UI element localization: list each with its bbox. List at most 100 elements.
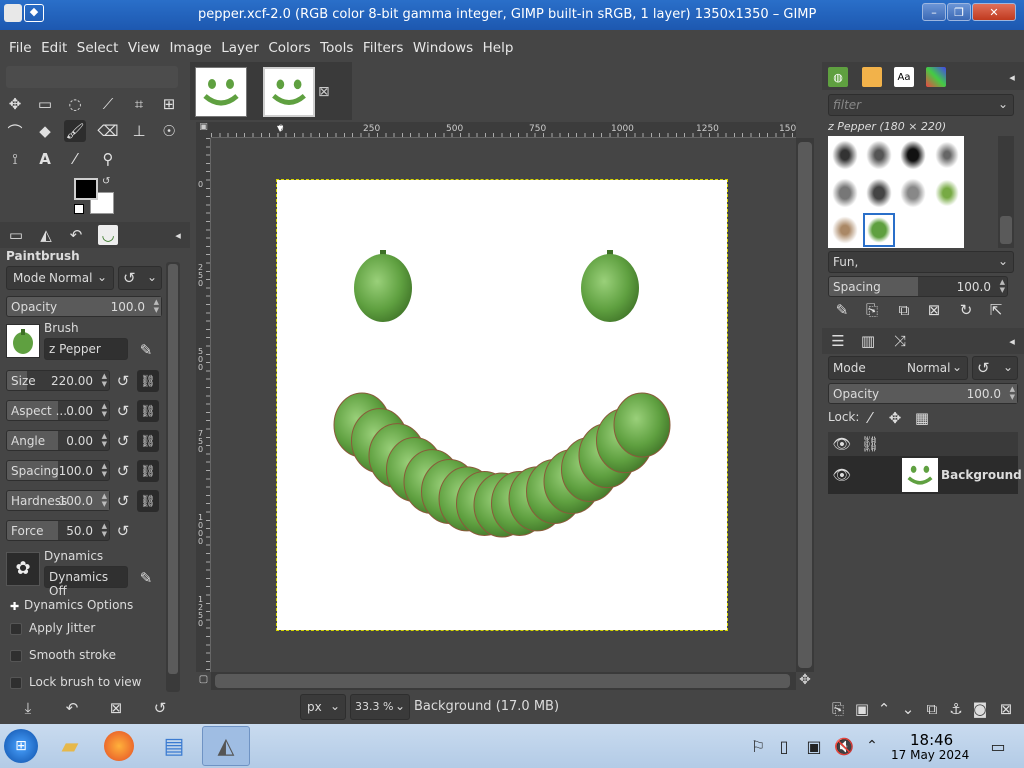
apply-jitter-checkbox[interactable] [10,623,22,635]
new-layer-icon[interactable]: ⎘ [828,699,848,719]
window-menu-icon[interactable]: ◆ [24,4,44,22]
menu-tools[interactable]: Tools [315,40,358,56]
warp-tool-icon[interactable]: ⌒ [4,120,26,142]
clock-date[interactable]: 17 May 2024 [891,748,969,762]
dynamics-options-expander[interactable]: Dynamics Options [24,598,133,612]
size-reset-icon[interactable]: ↺ [114,372,132,390]
lock-pixels-icon[interactable]: ⁄ [860,408,880,428]
duplicate-layer-icon[interactable]: ⧉ [922,699,942,719]
spin-arrows-icon[interactable]: ▲ ▼ [1010,385,1015,401]
eraser-tool-icon[interactable]: ⌫ [97,120,119,142]
quick-mask-toggle-icon[interactable]: ▢ [196,674,211,689]
brush-cell[interactable] [864,138,894,172]
edit-brush-icon[interactable]: ✎ [136,340,156,360]
layer-mode-select[interactable]: Mode Normal ⌄ [828,356,968,380]
dynamics-preview[interactable]: ✿ [6,552,40,586]
canvas-viewport[interactable]: ▼ [211,124,793,672]
firefox-icon[interactable] [104,731,134,761]
canvas-vertical-scrollbar[interactable] [796,138,814,672]
scrollbar-thumb[interactable] [1000,216,1012,244]
tool-options-scrollbar[interactable] [166,262,180,692]
transform-tool-icon[interactable]: ⊞ [158,93,180,115]
menu-file[interactable]: File [4,40,36,56]
size-link-icon[interactable]: ⛓ [137,370,159,392]
swap-colors-icon[interactable]: ↺ [102,176,110,187]
hardness-slider[interactable]: Hardness 100.0 ▲ ▼ [6,490,110,511]
maximize-button[interactable]: ❐ [947,3,971,21]
brush-cell[interactable] [830,138,860,172]
new-layer-group-icon[interactable]: ▣ [852,699,872,719]
brush-cell[interactable] [830,176,860,210]
panel-menu-icon[interactable]: ◂ [1002,331,1022,351]
lower-layer-icon[interactable]: ⌄ [898,699,918,719]
image-tab-1[interactable] [195,67,247,117]
paths-tab-icon[interactable]: ⤨ [890,331,910,351]
size-slider[interactable]: Size 220.00 ▲ ▼ [6,370,110,391]
brushes-tab-icon[interactable]: ◍ [828,67,848,87]
mode-select[interactable]: Mode Normal ⌄ [6,266,114,290]
scrollbar-thumb[interactable] [798,142,812,668]
bucket-fill-tool-icon[interactable]: ◆ [34,120,56,142]
ruler-corner[interactable]: ▣ [196,122,211,138]
hardness-link-icon[interactable]: ⛓ [137,490,159,512]
smooth-stroke-checkbox[interactable] [10,650,22,662]
brush-cell[interactable] [898,138,928,172]
aspect-slider[interactable]: Aspect ... 0.00 ▲ ▼ [6,400,110,421]
hardness-reset-icon[interactable]: ↺ [114,492,132,510]
angle-slider[interactable]: Angle 0.00 ▲ ▼ [6,430,110,451]
restore-options-icon[interactable]: ↶ [62,698,82,718]
force-reset-icon[interactable]: ↺ [114,522,132,540]
unit-select[interactable]: px ⌄ [300,694,346,720]
foreground-color-swatch[interactable] [74,178,98,200]
refresh-brushes-icon[interactable]: ↻ [956,300,976,320]
new-brush-icon[interactable]: ⎘ [862,300,882,320]
brush-cell[interactable] [864,176,894,210]
device-status-tab-icon[interactable]: ◭ [36,225,56,245]
spin-arrows-icon[interactable]: ▲ ▼ [1000,278,1005,294]
gradients-tab-icon[interactable] [926,67,946,87]
minimize-button[interactable]: – [922,3,946,21]
spin-arrows-icon[interactable]: ▲ ▼ [102,462,107,478]
vertical-ruler[interactable]: 0 250 500 750 1000 1250 [196,138,211,672]
lasso-tool-icon[interactable]: ◌ [64,93,86,115]
delete-layer-icon[interactable]: ⊠ [996,699,1016,719]
spin-arrows-icon[interactable]: ▲ ▼ [102,432,107,448]
images-tab-icon[interactable]: ◡ [98,225,118,245]
force-slider[interactable]: Force 50.0 ▲ ▼ [6,520,110,541]
control-panel-icon[interactable]: ▤ [156,728,192,764]
brush-spacing-slider[interactable]: Spacing 100.0 ▲ ▼ [828,276,1008,297]
aspect-link-icon[interactable]: ⛓ [137,400,159,422]
tray-expand-icon[interactable]: ⌃ [854,728,890,764]
delete-brush-icon[interactable]: ⊠ [924,300,944,320]
layer-row-background[interactable]: 👁 Background [828,456,1022,494]
lock-alpha-icon[interactable]: ▦ [912,408,932,428]
smudge-tool-icon[interactable]: ☉ [158,120,180,142]
brush-cell[interactable] [932,138,962,172]
delete-options-icon[interactable]: ⊠ [106,698,126,718]
menu-image[interactable]: Image [164,40,216,56]
rect-select-tool-icon[interactable]: ▭ [34,93,56,115]
brush-cell-selected[interactable] [863,213,895,247]
crop-tool-icon[interactable]: ⌗ [128,93,150,115]
spin-arrows-icon[interactable]: ▲ ▼ [102,492,107,508]
spin-arrows-icon[interactable]: ▲ ▼ [102,402,107,418]
spacing-slider[interactable]: Spacing 100.0 ▲ ▼ [6,460,110,481]
raise-layer-icon[interactable]: ⌃ [874,699,894,719]
paths-tool-icon[interactable]: ⟟ [4,148,26,170]
layer-composite-select[interactable]: ↺ ⌄ [972,356,1018,380]
mask-layer-icon[interactable]: ◙ [970,699,990,719]
clock-time[interactable]: 18:46 [910,731,953,749]
spin-arrows-icon[interactable]: ▲ ▼ [102,372,107,388]
spin-arrows-icon[interactable]: ▲ ▼ [102,522,107,538]
lock-brush-checkbox[interactable] [10,677,22,689]
spin-arrows-icon[interactable]: ▲ ▼ [154,298,159,314]
layers-tab-icon[interactable]: ☰ [828,331,848,351]
default-colors-icon[interactable] [74,204,84,214]
text-tool-icon[interactable]: A [34,148,56,170]
menu-colors[interactable]: Colors [263,40,315,56]
start-button[interactable]: ⊞ [4,729,38,763]
close-button[interactable]: ✕ [972,3,1016,21]
reset-options-icon[interactable]: ↺ [150,698,170,718]
panel-menu-icon[interactable]: ◂ [1002,67,1022,87]
aspect-reset-icon[interactable]: ↺ [114,402,132,420]
